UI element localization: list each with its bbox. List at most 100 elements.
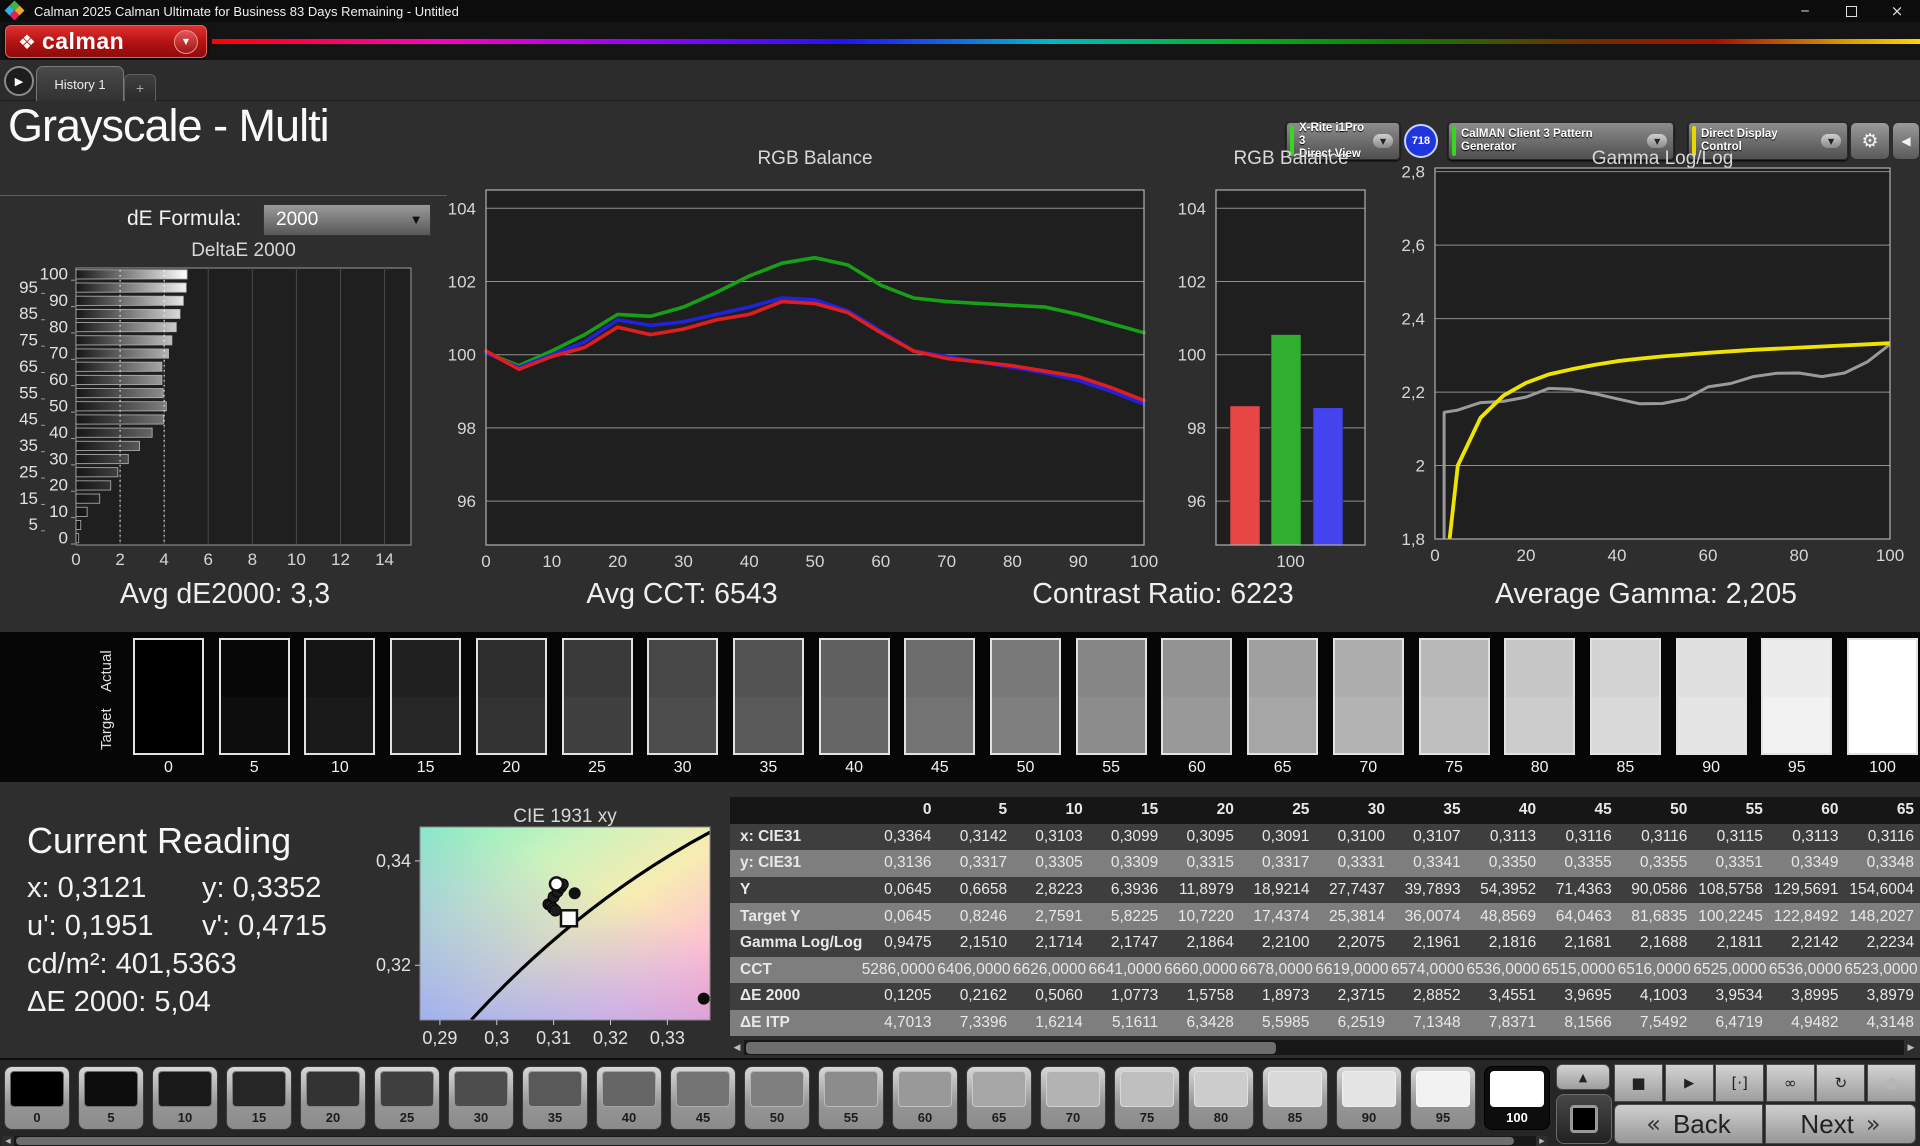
de-formula-dropdown[interactable]: 2000 ▼ xyxy=(263,204,431,236)
table-cell: 6406,0000 xyxy=(937,961,1013,979)
svg-text:75: 75 xyxy=(19,331,38,350)
svg-text:55: 55 xyxy=(19,383,38,402)
patch-button-40[interactable]: 40 xyxy=(596,1066,662,1130)
patch-swatch xyxy=(972,1071,1026,1107)
chevron-down-icon[interactable]: ▼ xyxy=(1373,134,1393,148)
patch-label: 65 xyxy=(967,1110,1031,1125)
deltae-bar-chart: 1009590858075706560555045403530252015105… xyxy=(76,268,411,545)
svg-text:98: 98 xyxy=(457,419,476,438)
patch-label: 15 xyxy=(227,1110,291,1125)
meter-count-badge[interactable]: 718 xyxy=(1404,124,1438,158)
patch-button-100[interactable]: 100 xyxy=(1484,1066,1550,1130)
table-cell: 2,2234 xyxy=(1845,934,1920,952)
gamma-line-chart: 1,822,22,42,62,8020406080100 xyxy=(1435,168,1890,539)
swatch-85 xyxy=(1590,638,1661,755)
svg-text:70: 70 xyxy=(937,552,956,571)
table-cell: 4,9482 xyxy=(1769,1014,1845,1032)
svg-text:14: 14 xyxy=(375,550,394,569)
patch-button-35[interactable]: 35 xyxy=(522,1066,588,1130)
patch-button-70[interactable]: 70 xyxy=(1040,1066,1106,1130)
table-cell: 6536,0000 xyxy=(1466,961,1542,979)
rgb-balance-bar-title: RGB Balance xyxy=(1178,148,1404,170)
svg-text:40: 40 xyxy=(1608,546,1627,565)
table-cell: 0,8246 xyxy=(938,908,1014,926)
back-button[interactable]: « Back xyxy=(1614,1104,1763,1144)
table-scrollbar-thumb[interactable] xyxy=(746,1042,1276,1054)
svg-text:104: 104 xyxy=(448,199,476,218)
table-cell: 90,0586 xyxy=(1618,881,1694,899)
next-button[interactable]: Next » xyxy=(1765,1104,1916,1144)
patch-button-0[interactable]: 0 xyxy=(4,1066,70,1130)
patch-button-20[interactable]: 20 xyxy=(300,1066,366,1130)
table-scrollbar[interactable]: ◀ ▶ xyxy=(730,1040,1918,1055)
minimize-button[interactable]: ─ xyxy=(1782,0,1828,22)
patch-button-65[interactable]: 65 xyxy=(966,1066,1032,1130)
patch-scrollbar[interactable]: ◀ ▶ xyxy=(2,1136,1548,1146)
table-cell: 6626,0000 xyxy=(1013,961,1089,979)
play-button[interactable]: ▶ xyxy=(1665,1064,1714,1102)
maximize-button[interactable] xyxy=(1828,0,1874,22)
stop-button[interactable]: ■ xyxy=(1614,1064,1663,1102)
scroll-right-icon[interactable]: ▶ xyxy=(1904,1040,1918,1055)
table-cell: 5286,0000 xyxy=(862,961,938,979)
continuous-button[interactable]: ∞ xyxy=(1766,1064,1815,1102)
table-cell: 6536,0000 xyxy=(1769,961,1845,979)
patch-button-45[interactable]: 45 xyxy=(670,1066,736,1130)
patch-button-25[interactable]: 25 xyxy=(374,1066,440,1130)
patch-button-80[interactable]: 80 xyxy=(1188,1066,1254,1130)
patch-button-90[interactable]: 90 xyxy=(1336,1066,1402,1130)
patch-list-up-button[interactable]: ▲ xyxy=(1556,1064,1610,1090)
collapse-panel-button[interactable]: ◀ xyxy=(1892,122,1920,160)
table-cell: 0,3331 xyxy=(1315,854,1391,872)
record-button[interactable]: ● xyxy=(1867,1064,1916,1102)
patch-button-50[interactable]: 50 xyxy=(744,1066,810,1130)
target-row-label: Target xyxy=(98,698,115,760)
add-tab-button[interactable]: + xyxy=(124,74,156,101)
table-cell: 2,1961 xyxy=(1391,934,1467,952)
patch-label: 45 xyxy=(671,1110,735,1125)
table-row: Target Y0,06450,82462,75915,822510,72201… xyxy=(730,903,1920,930)
table-cell: 7,8371 xyxy=(1467,1014,1543,1032)
scroll-left-icon[interactable]: ◀ xyxy=(2,1136,14,1146)
scroll-right-icon[interactable]: ▶ xyxy=(1536,1136,1548,1146)
patch-button-15[interactable]: 15 xyxy=(226,1066,292,1130)
patch-button-75[interactable]: 75 xyxy=(1114,1066,1180,1130)
table-cell: 2,1864 xyxy=(1164,934,1240,952)
patch-button-85[interactable]: 85 xyxy=(1262,1066,1328,1130)
single-pattern-button[interactable]: [·] xyxy=(1715,1064,1764,1102)
patch-button-5[interactable]: 5 xyxy=(78,1066,144,1130)
patch-button-10[interactable]: 10 xyxy=(152,1066,218,1130)
svg-text:90: 90 xyxy=(1069,552,1088,571)
patch-button-55[interactable]: 55 xyxy=(818,1066,884,1130)
calman-dropdown-arrow-icon[interactable]: ▼ xyxy=(174,30,198,54)
svg-text:60: 60 xyxy=(871,552,890,571)
calman-menu-button[interactable]: ❖ calman ▼ xyxy=(5,25,207,58)
refresh-button[interactable]: ↻ xyxy=(1816,1064,1865,1102)
table-row: x: CIE310,33640,31420,31030,30990,30950,… xyxy=(730,824,1920,851)
swatch-label-50: 50 xyxy=(990,759,1061,777)
table-cell: 2,1688 xyxy=(1618,934,1694,952)
table-col-header-20: 20 xyxy=(1164,801,1240,819)
table-cell: 6619,0000 xyxy=(1315,961,1391,979)
rainbow-gradient-strip xyxy=(212,39,1920,44)
chevron-down-icon[interactable]: ▼ xyxy=(1821,134,1841,148)
patch-button-60[interactable]: 60 xyxy=(892,1066,958,1130)
table-row-label: Gamma Log/Log xyxy=(730,934,862,952)
svg-text:0,3: 0,3 xyxy=(484,1028,509,1048)
patch-scrollbar-thumb[interactable] xyxy=(16,1137,1514,1145)
swatch-45 xyxy=(904,638,975,755)
swatch-75 xyxy=(1419,638,1490,755)
patch-button-95[interactable]: 95 xyxy=(1410,1066,1476,1130)
sidebar-expand-button[interactable]: ▶ xyxy=(4,66,34,96)
chevron-down-icon[interactable]: ▼ xyxy=(1647,134,1667,148)
table-cell: 25,3814 xyxy=(1315,908,1391,926)
svg-text:6: 6 xyxy=(204,550,213,569)
table-cell: 8,1566 xyxy=(1542,1014,1618,1032)
tab-history-1[interactable]: History 1 xyxy=(36,66,124,101)
table-cell: 6641,0000 xyxy=(1088,961,1164,979)
close-button[interactable]: × xyxy=(1874,0,1920,22)
pattern-window-button[interactable] xyxy=(1556,1094,1612,1144)
patch-button-30[interactable]: 30 xyxy=(448,1066,514,1130)
scroll-left-icon[interactable]: ◀ xyxy=(730,1040,744,1055)
patch-label: 75 xyxy=(1115,1110,1179,1125)
